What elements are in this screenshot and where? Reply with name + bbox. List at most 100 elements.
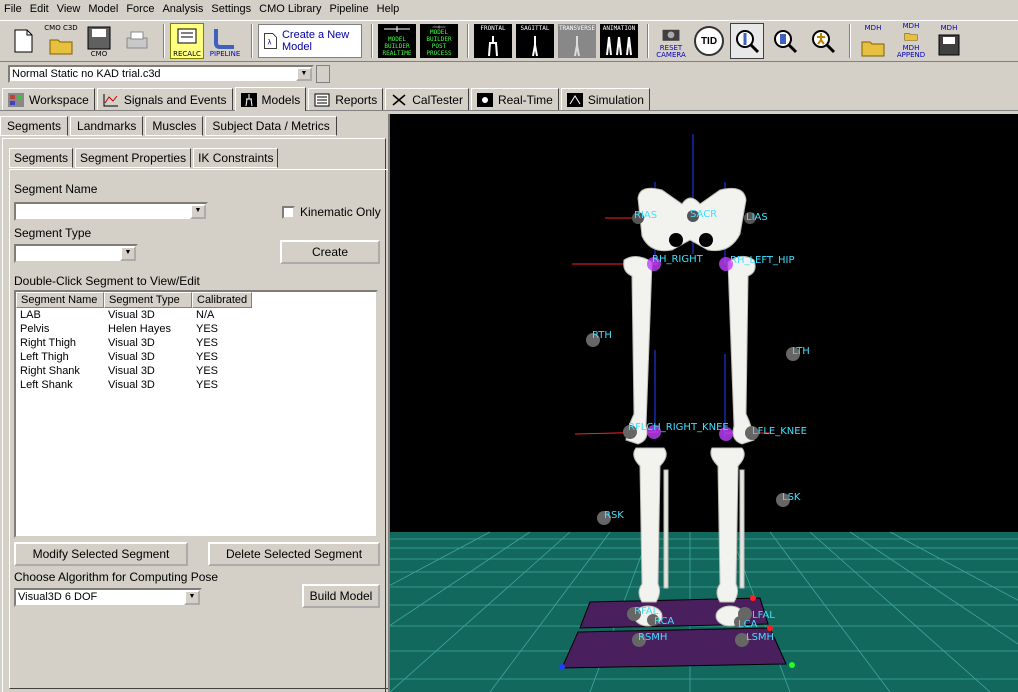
segment-list[interactable]: Segment Name Segment Type Calibrated LAB… [14,290,378,538]
sagittal-view-button[interactable]: SAGITTAL [516,24,554,58]
table-row[interactable]: Left Shank Visual 3D YES [16,378,376,392]
active-file-dropdown[interactable]: Normal Static no KAD trial.c3d ▼ [8,65,314,83]
model-builder-post-button[interactable]: MODEL BUILDER POST PROCESS [420,24,458,58]
landmark-label-lth: LTH [792,346,810,357]
table-row[interactable]: Right Shank Visual 3D YES [16,364,376,378]
cell-type: Helen Hayes [108,323,171,335]
recalc-button[interactable]: RECALC [170,23,204,59]
landmark-label-rias: RIAS [634,210,658,221]
mdh-append-icon [904,33,918,41]
table-row[interactable]: LAB Visual 3D N/A [16,308,376,322]
mdh-button[interactable]: MDH [856,23,890,59]
floppy-icon [87,26,111,49]
animation-button[interactable]: ANIMATION [600,24,638,58]
menu-cmo-library[interactable]: CMO Library [259,3,327,15]
main-toolbar: CMO C3D CMO RECALC PIPELINE λ Create a N… [0,20,1018,62]
segment-type-dropdown[interactable]: ▼ [14,244,138,263]
menu-model[interactable]: Model [88,3,124,15]
tab-simulation[interactable]: Simulation [560,88,650,110]
file-spinner[interactable] [316,65,330,83]
menu-force[interactable]: Force [126,3,160,15]
delete-segment-button[interactable]: Delete Selected Segment [208,542,380,566]
model-builder-realtime-button[interactable]: MODEL BUILDER REALTIME [378,24,416,58]
zoom-body-button[interactable] [806,23,840,59]
transverse-view-button[interactable]: TRANSVERSE [558,24,596,58]
sagittal-skeleton-icon [532,36,538,57]
tid-button[interactable]: TID [692,23,726,59]
visual3d-window: File Edit View Model Force Analysis Sett… [0,0,1018,692]
zoom-bone-button[interactable] [730,23,764,59]
table-row[interactable]: Left Thigh Visual 3D YES [16,350,376,364]
tab-landmarks[interactable]: Landmarks [70,116,144,136]
table-row[interactable]: Pelvis Helen Hayes YES [16,322,376,336]
menu-edit[interactable]: Edit [30,3,55,15]
chevron-down-icon[interactable]: ▼ [296,67,312,81]
tab-segments-list[interactable]: Segments [9,148,74,168]
create-new-model-button[interactable]: λ Create a New Model [258,24,362,58]
tab-subject-data[interactable]: Subject Data / Metrics [205,116,337,136]
menu-view[interactable]: View [57,3,87,15]
mdh-floppy-icon [938,34,960,55]
modify-segment-button[interactable]: Modify Selected Segment [14,542,188,566]
tab-reports[interactable]: Reports [308,88,384,110]
segment-name-dropdown[interactable]: ▼ [14,202,208,221]
tab-segment-properties[interactable]: Segment Properties [75,148,192,168]
table-row[interactable]: Right Thigh Visual 3D YES [16,336,376,350]
create-button[interactable]: Create [280,240,380,264]
menu-bar: File Edit View Model Force Analysis Sett… [0,0,1018,18]
new-file-button[interactable] [6,23,40,59]
main-tab-bar: Workspace Signals and Events Models Repo… [0,87,1018,111]
column-segment-type[interactable]: Segment Type [104,292,192,308]
reset-camera-label: RESET CAMERA [656,44,686,59]
3d-viewport[interactable]: RIAS SACR LIAS RH_RIGHT RH_LEFT_HIP RTH … [388,114,1018,692]
cell-calibrated: N/A [196,309,215,321]
chevron-down-icon[interactable]: ▼ [184,590,200,605]
toolbar-separator [467,24,469,58]
column-segment-name[interactable]: Segment Name [16,292,104,308]
skeleton-small-icon [384,26,410,32]
pipeline-button[interactable]: PIPELINE [208,23,242,59]
tab-models-label: Models [261,92,301,107]
tab-signals-events[interactable]: Signals and Events [96,88,233,110]
sagittal-label: SAGITTAL [520,25,550,32]
mdh-save-button[interactable]: MDH [932,23,966,59]
zoom-segment-button[interactable] [768,23,802,59]
mdh-append-button[interactable]: MDH MDH APPEND [894,23,928,59]
save-cmo-label: CMO [90,49,108,58]
frontal-view-button[interactable]: FRONTAL [474,24,512,58]
tab-realtime[interactable]: Real-Time [470,88,559,110]
chevron-down-icon[interactable]: ▼ [120,246,136,261]
workspace-icon [8,92,24,107]
build-model-button[interactable]: Build Model [302,584,380,608]
tab-models[interactable]: Models [234,87,307,111]
print-button[interactable] [120,23,154,59]
menu-file[interactable]: File [4,3,28,15]
chevron-down-icon[interactable]: ▼ [190,204,206,219]
landmark-label-lsmh: LSMH [746,632,775,643]
menu-settings[interactable]: Settings [211,3,257,15]
magnify-body-icon [812,30,836,54]
column-calibrated[interactable]: Calibrated [192,292,252,308]
toolbar-separator [371,24,373,58]
tab-workspace[interactable]: Workspace [2,88,95,110]
landmark-label-right-knee: RFLCH_RIGHT_KNEE [628,422,729,433]
svg-text:λ: λ [267,39,271,47]
tab-ik-constraints[interactable]: IK Constraints [193,148,279,168]
kinematic-only-checkbox[interactable] [282,206,295,219]
menu-help[interactable]: Help [377,3,406,15]
menu-pipeline[interactable]: Pipeline [330,3,375,15]
reset-camera-button[interactable]: RESET CAMERA [654,23,688,59]
plate-corner [789,662,795,668]
segments-body: Segment Name ▼ Kinematic Only Segment Ty… [9,169,389,689]
tab-segments[interactable]: Segments [0,116,69,136]
tid-label: TID [700,35,718,47]
open-cmo-c3d-button[interactable]: CMO C3D [44,23,78,59]
algorithm-dropdown[interactable]: Visual3D 6 DOF ▼ [14,588,202,607]
menu-analysis[interactable]: Analysis [162,3,209,15]
cell-type: Visual 3D [108,379,155,391]
save-cmo-button[interactable]: CMO [82,23,116,59]
landmark-label-sacr: SACR [690,209,718,220]
tab-muscles[interactable]: Muscles [145,116,204,136]
tab-caltester[interactable]: CalTester [385,88,469,110]
mdh-append-top-label: MDH [902,22,920,30]
